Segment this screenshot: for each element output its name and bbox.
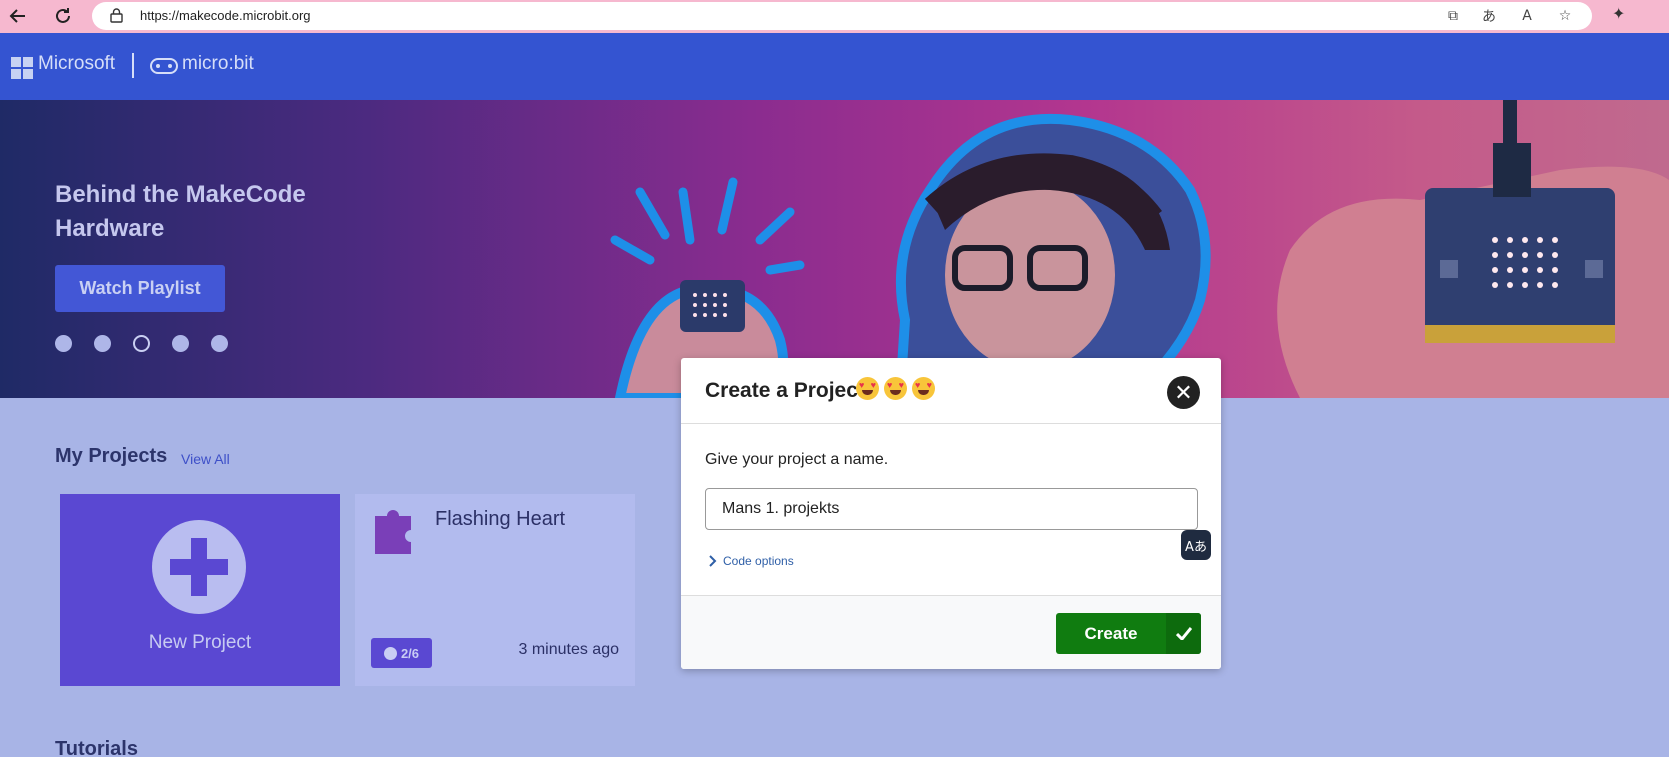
carousel-dot[interactable]	[211, 335, 228, 352]
hero-illustration	[610, 100, 1669, 398]
create-button[interactable]: Create	[1056, 613, 1201, 654]
tutorials-heading: Tutorials	[55, 738, 138, 757]
heart-eyes-emoji-icon	[856, 377, 879, 400]
new-project-label: New Project	[148, 632, 252, 653]
translate-icon[interactable]: Aあ	[1181, 530, 1211, 560]
carousel-dot[interactable]	[94, 335, 111, 352]
back-button[interactable]	[5, 3, 31, 29]
plus-icon	[152, 520, 246, 614]
project-name-prompt: Give your project a name.	[705, 451, 889, 468]
progress-badge-text: 2/6	[400, 645, 420, 661]
project-card[interactable]: Flashing Heart 2/6 3 minutes ago	[355, 494, 635, 686]
puzzle-icon	[375, 510, 411, 554]
carousel-dots	[55, 335, 228, 352]
chevron-right-icon	[709, 555, 717, 567]
emoji-group	[856, 377, 935, 400]
heart-eyes-emoji-icon	[912, 377, 935, 400]
address-bar[interactable]: https://makecode.microbit.org ⧉ あ A ☆	[92, 2, 1592, 30]
carousel-dot[interactable]	[55, 335, 72, 352]
favorite-star-icon[interactable]: ☆	[1554, 6, 1576, 26]
microbit-brand[interactable]: micro:bit	[182, 53, 254, 75]
microsoft-logo-icon[interactable]	[11, 57, 33, 79]
close-icon[interactable]: ✕	[1167, 376, 1200, 409]
view-all-link[interactable]: View All	[181, 451, 230, 467]
microbit-logo-icon[interactable]	[150, 58, 178, 74]
carousel-dot-active[interactable]	[133, 335, 150, 352]
refresh-icon	[56, 8, 70, 23]
translate-page-icon[interactable]: あ	[1478, 6, 1500, 26]
carousel-dot[interactable]	[172, 335, 189, 352]
heart-eyes-emoji-icon	[884, 377, 907, 400]
microsoft-brand[interactable]: Microsoft	[38, 53, 115, 75]
hero-title: Behind the MakeCode Hardware	[55, 181, 306, 242]
project-name-input[interactable]	[705, 488, 1198, 530]
create-button-label: Create	[1084, 623, 1138, 643]
dialog-footer: Create	[681, 595, 1221, 669]
progress-ring-icon	[383, 646, 397, 660]
create-project-dialog: Create a Project ✕ Give your project a n…	[681, 358, 1221, 669]
app-header: Microsoft micro:bit	[0, 33, 1669, 100]
dialog-header: Create a Project ✕	[681, 358, 1221, 424]
new-project-card[interactable]: New Project	[60, 494, 340, 686]
browser-toolbar: https://makecode.microbit.org ⧉ あ A ☆ ✦	[0, 0, 1669, 33]
code-options-label: Code options	[723, 554, 794, 568]
back-arrow-icon	[9, 9, 25, 23]
refresh-button[interactable]	[50, 3, 76, 29]
my-projects-heading: My Projects	[55, 445, 168, 467]
project-timestamp: 3 minutes ago	[518, 641, 619, 658]
read-aloud-icon[interactable]: A	[1516, 6, 1538, 26]
hero-banner: Behind the MakeCode Hardware Watch Playl…	[0, 100, 1669, 398]
watch-playlist-button[interactable]: Watch Playlist	[55, 265, 225, 312]
url-text: https://makecode.microbit.org	[140, 8, 311, 23]
code-options-toggle[interactable]: Code options	[709, 554, 794, 568]
checkmark-icon	[1166, 613, 1201, 654]
progress-badge: 2/6	[371, 638, 432, 668]
puzzle-extensions-icon[interactable]: ✦	[1612, 4, 1625, 24]
project-name: Flashing Heart	[435, 508, 566, 530]
dialog-title: Create a Project	[705, 379, 865, 402]
lock-icon	[110, 8, 123, 23]
header-divider	[132, 53, 134, 78]
open-in-app-icon[interactable]: ⧉	[1442, 6, 1464, 26]
